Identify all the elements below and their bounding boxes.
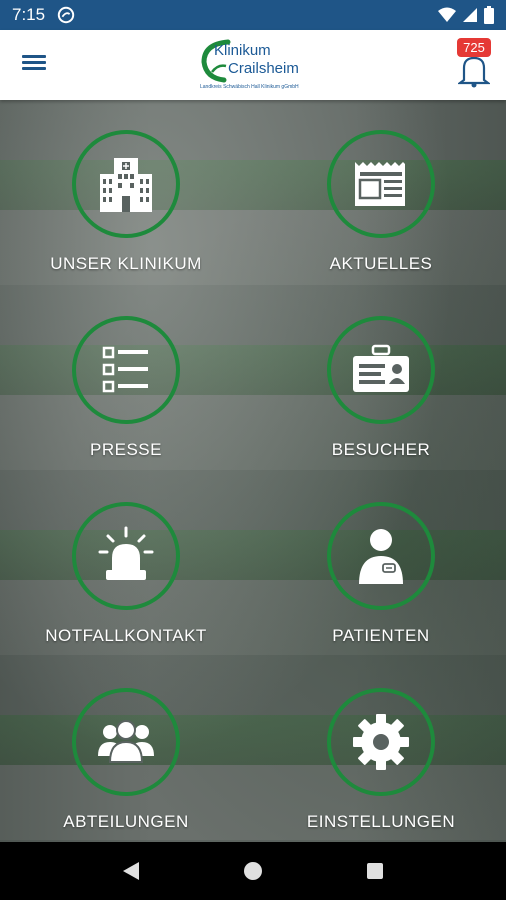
logo-subtitle: Landkreis Schwäbisch Hall Klinikum gGmbH: [200, 84, 299, 90]
hamburger-icon: [22, 55, 46, 58]
gear-icon: [353, 714, 409, 770]
tile-besucher[interactable]: BESUCHER: [271, 316, 491, 460]
tile-patienten[interactable]: PATIENTEN: [271, 502, 491, 646]
tile-label: BESUCHER: [331, 440, 431, 459]
tile-abteilungen[interactable]: ABTEILUNGEN: [16, 688, 236, 832]
tile-unser-klinikum[interactable]: UNSER KLINIKUM: [16, 130, 236, 274]
tile-circle: [72, 502, 180, 610]
wifi-icon: [438, 7, 456, 22]
tile-label: EINSTELLUNGEN: [306, 812, 456, 831]
tile-notfallkontakt[interactable]: NOTFALLKONTAKT: [16, 502, 236, 646]
bell-icon: [458, 56, 490, 88]
app-bar: Klinikum Crailsheim Landkreis Schwäbisch…: [0, 30, 506, 100]
back-button[interactable]: [111, 851, 151, 891]
tile-circle: [327, 316, 435, 424]
tile-label: AKTUELLES: [329, 254, 433, 273]
tile-aktuelles[interactable]: AKTUELLES: [271, 130, 491, 274]
do-not-disturb-icon: [57, 6, 75, 24]
hamburger-line: [22, 61, 46, 64]
klinikum-logo: Klinikum Crailsheim Landkreis Schwäbisch…: [198, 36, 310, 94]
tile-circle: [72, 316, 180, 424]
battery-icon: [484, 6, 494, 24]
patient-icon: [359, 529, 403, 584]
home-icon: [244, 862, 262, 880]
tile-label: PRESSE: [90, 440, 162, 459]
group-icon: [98, 720, 154, 763]
tile-circle: [327, 688, 435, 796]
recents-icon: [367, 863, 383, 879]
hamburger-line: [22, 67, 46, 70]
home-button[interactable]: [233, 851, 273, 891]
id-card-icon: [353, 344, 409, 392]
siren-icon: [98, 526, 154, 580]
recents-button[interactable]: [355, 851, 395, 891]
notification-badge: 725: [457, 38, 491, 57]
notification-button[interactable]: 725: [454, 38, 494, 90]
menu-button[interactable]: [20, 52, 50, 78]
tile-einstellungen[interactable]: EINSTELLUNGEN: [271, 688, 491, 832]
back-icon: [123, 862, 139, 880]
hospital-icon: [100, 158, 152, 212]
signal-icon: [463, 8, 477, 22]
status-bar: 7:15: [0, 0, 506, 30]
tile-circle: [327, 502, 435, 610]
main-menu: UNSER KLINIKUM AKTUELLES PRESSE BESUCHER…: [0, 100, 506, 842]
tile-label: PATIENTEN: [332, 626, 430, 645]
tile-circle: [72, 688, 180, 796]
tile-label: NOTFALLKONTAKT: [45, 626, 207, 645]
tile-circle: [72, 130, 180, 238]
logo-line2: Crailsheim: [228, 60, 299, 77]
list-icon: [102, 346, 148, 393]
tile-label: UNSER KLINIKUM: [50, 254, 202, 273]
status-time: 7:15: [12, 5, 46, 24]
newspaper-icon: [355, 162, 405, 206]
tile-circle: [327, 130, 435, 238]
tile-label: ABTEILUNGEN: [63, 812, 189, 831]
system-nav-bar: [0, 842, 506, 900]
logo-line1: Klinikum: [214, 42, 271, 59]
tile-presse[interactable]: PRESSE: [16, 316, 236, 460]
